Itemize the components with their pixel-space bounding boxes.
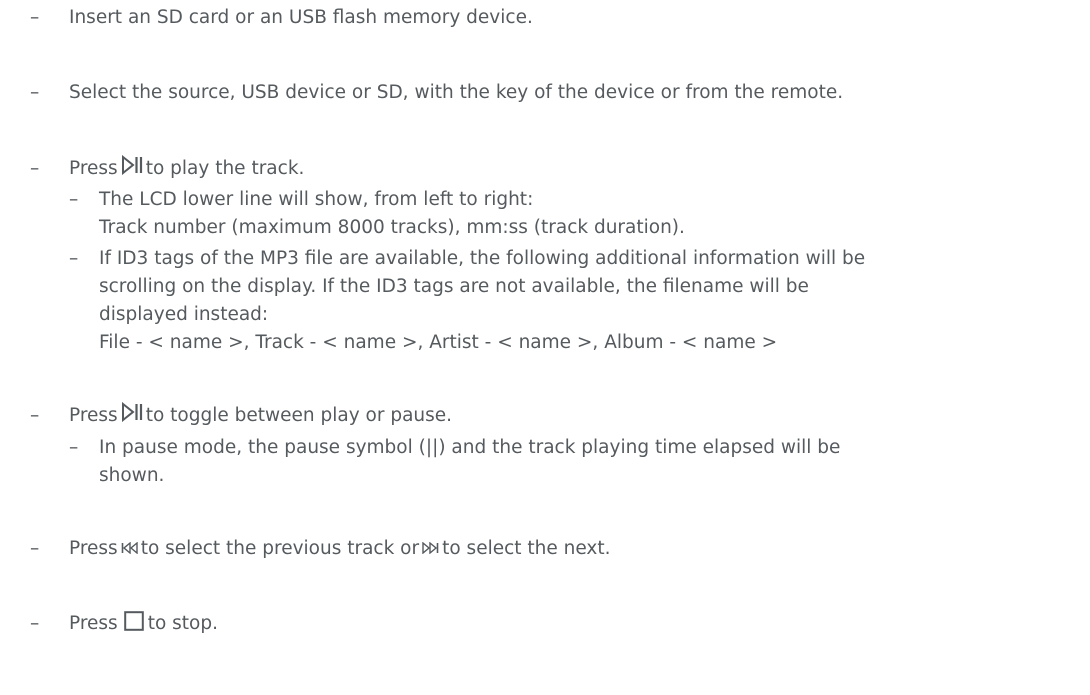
instruction-prev-next: Press to select the previous track or to s… — [69, 535, 611, 562]
instruction-text: Press — [69, 158, 118, 179]
sub-instruction-pause-mode: In pause mode, the pause symbol (||) and… — [99, 437, 841, 458]
bullet-dash: – — [30, 405, 40, 426]
sub-instruction-id3: displayed instead: — [99, 304, 269, 325]
bullet-dash: – — [69, 248, 79, 269]
instruction-stop: Press to stop. — [69, 610, 218, 637]
instruction-text: Press — [69, 538, 118, 559]
instruction-text: to stop. — [147, 613, 218, 634]
bullet-dash: – — [30, 158, 40, 179]
sub-instruction-lcd: Track number (maximum 8000 tracks), mm:s… — [99, 217, 685, 238]
instruction-text: Press — [69, 405, 118, 426]
instruction-play-track: Press to play the track. — [69, 155, 304, 182]
instruction-toggle-play-pause: Press to toggle between play or pause. — [69, 402, 452, 429]
play-pause-icon — [121, 155, 143, 175]
bullet-dash: – — [30, 82, 40, 103]
instruction-insert-media: Insert an SD card or an USB flash memory… — [69, 7, 533, 28]
instruction-text: to select the previous track or — [140, 538, 420, 559]
sub-instruction-id3: File - < name >, Track - < name >, Artis… — [99, 332, 778, 353]
bullet-dash: – — [30, 613, 40, 634]
sub-instruction-id3: scrolling on the display. If the ID3 tag… — [99, 276, 809, 297]
bullet-dash: – — [69, 437, 79, 458]
instruction-text: to play the track. — [145, 158, 305, 179]
sub-instruction-pause-mode: shown. — [99, 465, 165, 486]
bullet-dash: – — [69, 189, 79, 210]
instruction-text: to select the next. — [442, 538, 611, 559]
instruction-text: to toggle between play or pause. — [145, 405, 453, 426]
bullet-dash: – — [30, 7, 40, 28]
stop-icon — [123, 611, 144, 631]
instruction-select-source: Select the source, USB device or SD, wit… — [69, 82, 844, 103]
bullet-dash: – — [30, 538, 40, 559]
sub-instruction-id3: If ID3 tags of the MP3 file are availabl… — [99, 248, 866, 269]
play-pause-icon — [121, 402, 143, 422]
instruction-text: Press — [69, 613, 118, 634]
previous-track-icon — [121, 542, 138, 554]
next-track-icon — [422, 542, 439, 554]
sub-instruction-lcd: The LCD lower line will show, from left … — [99, 189, 534, 210]
